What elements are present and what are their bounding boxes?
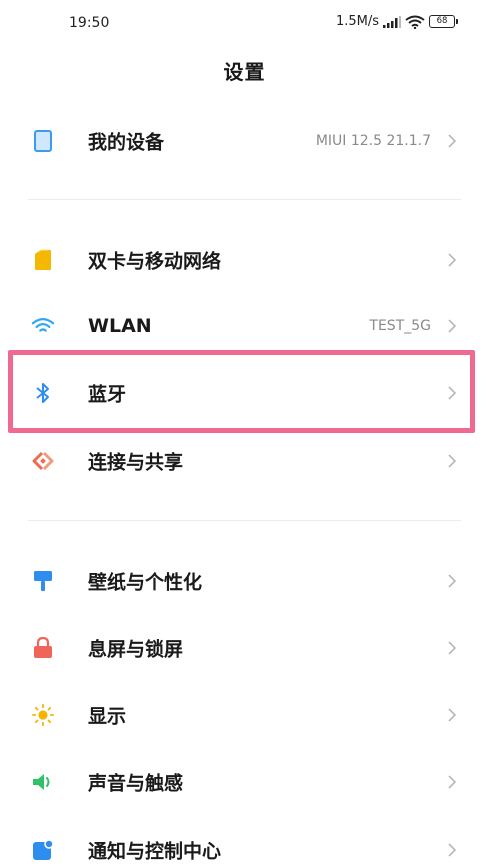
settings-item-label: 我的设备 bbox=[88, 131, 165, 154]
sun-icon bbox=[32, 704, 54, 726]
status-time: 19:50 bbox=[69, 15, 110, 31]
lock-icon bbox=[32, 637, 54, 659]
chevron-right-icon bbox=[448, 134, 457, 148]
settings-item-wlan[interactable]: WLAN TEST_5G bbox=[0, 293, 489, 359]
settings-item-label: 声音与触感 bbox=[88, 772, 184, 795]
speaker-icon bbox=[32, 771, 54, 793]
status-indicators: 1.5M/s 68 bbox=[335, 14, 458, 29]
settings-item-dual-sim[interactable]: 双卡与移动网络 bbox=[0, 227, 489, 293]
settings-item-sound[interactable]: 声音与触感 bbox=[0, 749, 489, 815]
settings-item-label: 壁纸与个性化 bbox=[88, 571, 203, 594]
settings-item-my-device[interactable]: 我的设备 MIUI 12.5 21.1.7 bbox=[0, 108, 489, 174]
device-icon bbox=[32, 130, 54, 152]
settings-screen: 19:50 1.5M/s 68 设置 我的设备 MIUI 12.5 21.1.7… bbox=[0, 0, 489, 867]
chevron-right-icon bbox=[448, 574, 457, 588]
chevron-right-icon bbox=[448, 843, 457, 857]
notification-icon bbox=[32, 839, 54, 861]
page-title: 设置 bbox=[223, 60, 266, 84]
settings-item-label: 连接与共享 bbox=[88, 451, 184, 474]
chevron-right-icon bbox=[448, 708, 457, 722]
chevron-right-icon bbox=[448, 386, 457, 400]
settings-item-value: MIUI 12.5 21.1.7 bbox=[315, 133, 431, 149]
wifi-icon bbox=[32, 315, 54, 337]
wallpaper-icon bbox=[32, 570, 54, 592]
settings-item-bluetooth[interactable]: 蓝牙 bbox=[0, 360, 489, 426]
wifi-status-icon bbox=[405, 15, 425, 29]
settings-item-label: 息屏与锁屏 bbox=[88, 638, 184, 661]
share-icon bbox=[32, 450, 54, 472]
settings-item-display[interactable]: 显示 bbox=[0, 682, 489, 748]
settings-item-value: TEST_5G bbox=[369, 318, 431, 334]
settings-item-label: 蓝牙 bbox=[88, 383, 127, 406]
network-speed: 1.5M/s bbox=[335, 14, 379, 29]
bluetooth-icon bbox=[32, 382, 54, 404]
status-bar: 19:50 1.5M/s 68 bbox=[0, 0, 489, 48]
chevron-right-icon bbox=[448, 253, 457, 267]
settings-item-wallpaper[interactable]: 壁纸与个性化 bbox=[0, 548, 489, 614]
settings-item-connection-sharing[interactable]: 连接与共享 bbox=[0, 428, 489, 494]
settings-item-label: WLAN bbox=[88, 315, 152, 337]
battery-icon: 68 bbox=[429, 15, 458, 28]
signal-icon bbox=[383, 15, 401, 28]
settings-item-label: 通知与控制中心 bbox=[88, 840, 222, 863]
settings-item-label: 双卡与移动网络 bbox=[88, 250, 222, 273]
chevron-right-icon bbox=[448, 775, 457, 789]
chevron-right-icon bbox=[448, 454, 457, 468]
settings-item-notifications[interactable]: 通知与控制中心 bbox=[0, 817, 489, 867]
settings-item-label: 显示 bbox=[88, 705, 127, 728]
divider bbox=[28, 199, 461, 200]
sim-icon bbox=[32, 249, 54, 271]
chevron-right-icon bbox=[448, 319, 457, 333]
settings-item-lock-screen[interactable]: 息屏与锁屏 bbox=[0, 615, 489, 681]
divider bbox=[28, 520, 461, 521]
chevron-right-icon bbox=[448, 641, 457, 655]
